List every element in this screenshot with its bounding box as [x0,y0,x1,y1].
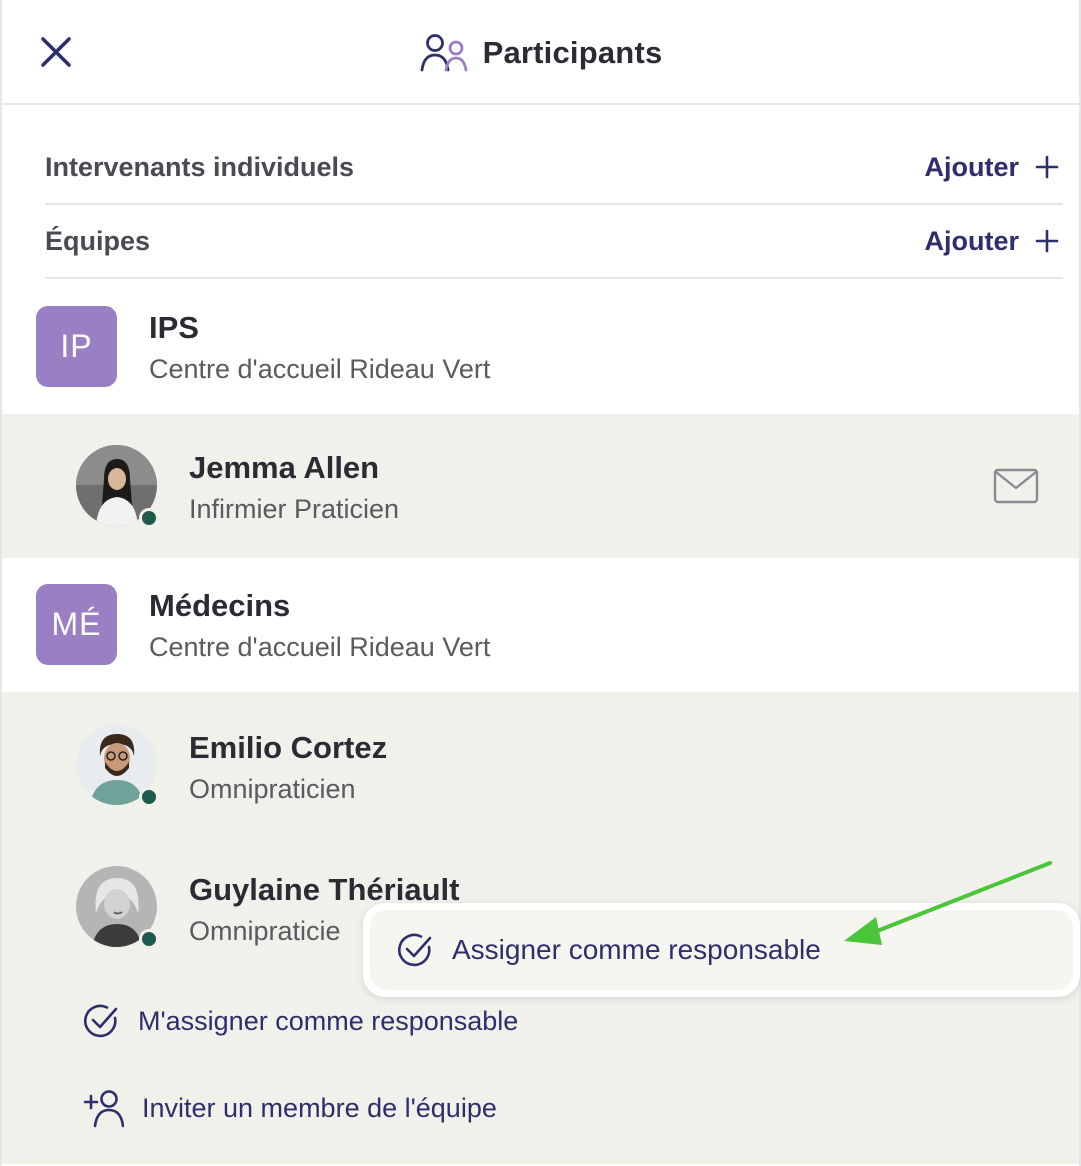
member-name: Jemma Allen [189,450,380,485]
add-team-button[interactable]: Ajouter [925,226,1064,257]
plus-icon [1035,229,1059,253]
context-popover: Assigner comme responsable [363,903,1080,997]
member-role: Omnipraticien [189,774,356,804]
team-subtitle: Centre d'accueil Rideau Vert [149,632,491,662]
invite-member-button[interactable]: Inviter un membre de l'équipe [82,1088,497,1128]
assign-responsible-menu-item[interactable]: Assigner comme responsable [370,910,1073,990]
avatar [76,724,159,807]
member-role: Infirmier Praticien [189,494,400,524]
add-individual-label: Ajouter [924,151,1020,182]
section-teams-label: Équipes [45,225,151,256]
add-team-label: Ajouter [924,225,1020,256]
page-title: Participants [482,35,663,70]
team-row-ips[interactable]: IP IPS Centre d'accueil Rideau Vert [2,280,1079,414]
check-circle-icon [84,1004,118,1038]
mail-icon [993,468,1039,504]
section-individuals-label: Intervenants individuels [45,151,355,182]
online-status-dot [139,508,159,528]
online-status-dot [139,787,159,807]
mail-button[interactable] [993,466,1039,506]
team-name: Médecins [149,588,291,623]
member-name: Emilio Cortez [189,730,388,765]
plus-icon [1035,155,1059,179]
add-individual-button[interactable]: Ajouter [925,152,1064,183]
team-members-ips: Jemma Allen Infirmier Praticien [2,414,1079,558]
team-subtitle: Centre d'accueil Rideau Vert [149,354,491,384]
team-badge: IP [36,306,117,387]
assign-me-button[interactable]: M'assigner comme responsable [82,1002,518,1040]
add-user-icon [83,1090,124,1128]
assign-responsible-label: Assigner comme responsable [452,934,821,965]
team-badge: MÉ [36,584,117,665]
member-row[interactable]: Emilio Cortez Omnipraticien [2,692,1079,832]
section-individuals: Intervenants individuels Ajouter [45,131,1063,205]
member-role: Omnipraticie [189,916,341,946]
panel-header: Participants [2,0,1079,105]
member-row[interactable]: Jemma Allen Infirmier Praticien [2,414,1079,554]
avatar [76,866,159,949]
participants-icon [420,34,467,72]
invite-member-label: Inviter un membre de l'équipe [142,1092,497,1123]
participants-panel: Participants Intervenants individuels Aj… [0,0,1081,1166]
avatar [76,445,159,528]
panel-title-group: Participants [2,30,1079,76]
team-row-medecins[interactable]: MÉ Médecins Centre d'accueil Rideau Vert [2,558,1079,692]
online-status-dot [139,929,159,949]
team-name: IPS [149,310,199,345]
check-circle-icon [398,933,432,967]
assign-me-label: M'assigner comme responsable [138,1005,519,1036]
section-teams: Équipes Ajouter [45,205,1063,279]
